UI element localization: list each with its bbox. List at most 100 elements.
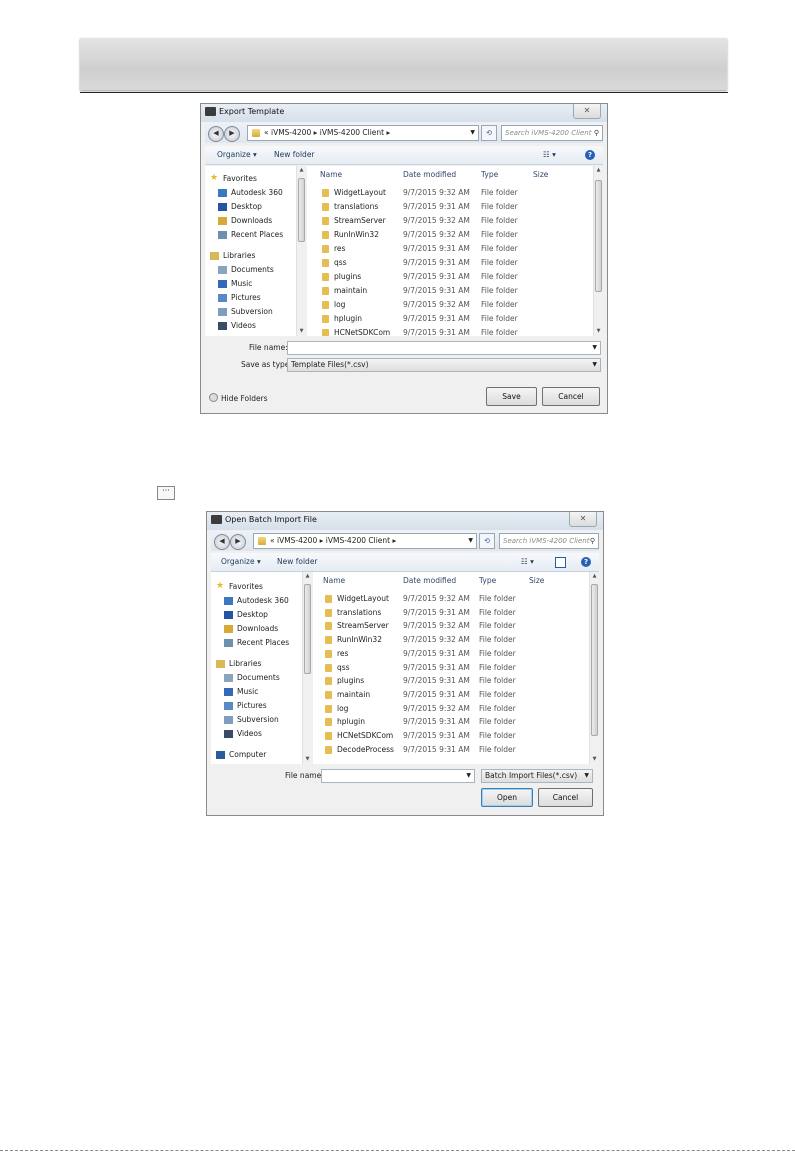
scroll-thumb[interactable] [298, 178, 305, 242]
forward-button[interactable]: ▶ [224, 126, 240, 142]
table-row[interactable]: StreamServer 9/7/2015 9:32 AM File folder [307, 214, 593, 228]
column-header-type[interactable]: Type [479, 576, 496, 585]
refresh-icon[interactable]: ⟲ [481, 125, 497, 141]
address-dropdown-icon[interactable]: ▼ [468, 534, 473, 548]
table-row[interactable]: hplugin 9/7/2015 9:31 AM File folder [307, 312, 593, 326]
save-button[interactable]: Save [486, 387, 537, 406]
table-row[interactable]: plugins 9/7/2015 9:31 AM File folder [313, 674, 589, 688]
table-row[interactable]: qss 9/7/2015 9:31 AM File folder [313, 661, 589, 675]
sidebar-item-downloads[interactable]: Downloads [224, 624, 278, 633]
file-name-field[interactable]: ▼ [321, 769, 475, 783]
address-bar[interactable]: « iVMS-4200 ▸ iVMS-4200 Client ▸ ▼ [253, 533, 477, 549]
cancel-button[interactable]: Cancel [538, 788, 593, 807]
table-row[interactable]: maintain 9/7/2015 9:31 AM File folder [307, 284, 593, 298]
column-header-size[interactable]: Size [533, 170, 548, 179]
breadcrumb-ivms-4200[interactable]: iVMS-4200 [271, 128, 311, 137]
browse-button[interactable]: ··· [157, 486, 175, 500]
table-row[interactable]: WidgetLayout 9/7/2015 9:32 AM File folder [307, 186, 593, 200]
table-row[interactable]: StreamServer 9/7/2015 9:32 AM File folder [313, 619, 589, 633]
table-row[interactable]: log 9/7/2015 9:32 AM File folder [313, 702, 589, 716]
table-row[interactable]: translations 9/7/2015 9:31 AM File folder [307, 200, 593, 214]
save-type-select[interactable]: Template Files(*.csv) ▼ [287, 358, 601, 372]
sidebar-item-libraries[interactable]: Libraries [216, 659, 261, 668]
refresh-icon[interactable]: ⟲ [479, 533, 495, 549]
table-row[interactable]: res 9/7/2015 9:31 AM File folder [313, 647, 589, 661]
scroll-thumb[interactable] [304, 584, 311, 674]
table-row[interactable]: translations 9/7/2015 9:31 AM File folder [313, 606, 589, 620]
sidebar-item-documents[interactable]: Documents [218, 265, 274, 274]
scroll-up-icon[interactable]: ▲ [590, 572, 599, 581]
table-row[interactable]: DecodeProcess 9/7/2015 9:31 AM File folder [313, 743, 589, 757]
table-row[interactable]: HCNetSDKCom 9/7/2015 9:31 AM File folder [307, 326, 593, 336]
scroll-up-icon[interactable]: ▲ [297, 166, 306, 175]
search-input[interactable]: Search iVMS-4200 Client ⚲ [501, 125, 603, 141]
organize-menu[interactable]: Organize ▾ [217, 146, 257, 164]
forward-button[interactable]: ▶ [230, 534, 246, 550]
sidebar-item-music[interactable]: Music [218, 279, 252, 288]
column-header-name[interactable]: Name [323, 576, 345, 585]
table-row[interactable]: RunInWin32 9/7/2015 9:32 AM File folder [307, 228, 593, 242]
preview-pane-icon[interactable] [555, 557, 566, 568]
scroll-thumb[interactable] [591, 584, 598, 736]
sidebar-item-desktop[interactable]: Desktop [218, 202, 262, 211]
address-dropdown-icon[interactable]: ▼ [470, 126, 475, 140]
file-list-scrollbar[interactable]: ▲ ▼ [589, 572, 599, 764]
sidebar-item-videos[interactable]: Videos [218, 321, 256, 330]
breadcrumb-ivms-4200[interactable]: iVMS-4200 [277, 536, 317, 545]
table-row[interactable]: hplugin 9/7/2015 9:31 AM File folder [313, 715, 589, 729]
sidebar-item-subversion[interactable]: Subversion [218, 307, 273, 316]
chevron-down-icon[interactable]: ▼ [466, 770, 471, 782]
breadcrumb-overflow[interactable]: « [270, 536, 275, 545]
column-header-date[interactable]: Date modified [403, 576, 456, 585]
table-row[interactable]: plugins 9/7/2015 9:31 AM File folder [307, 270, 593, 284]
sidebar-item-favorites[interactable]: ★ Favorites [216, 581, 263, 591]
scroll-down-icon[interactable]: ▼ [297, 327, 306, 336]
sidebar-item-downloads[interactable]: Downloads [218, 216, 272, 225]
search-input[interactable]: Search iVMS-4200 Client ⚲ [499, 533, 599, 549]
scroll-thumb[interactable] [595, 180, 602, 292]
sidebar-item-subversion[interactable]: Subversion [224, 715, 279, 724]
sidebar-item-pictures[interactable]: Pictures [218, 293, 261, 302]
table-row[interactable]: res 9/7/2015 9:31 AM File folder [307, 242, 593, 256]
breadcrumb-overflow[interactable]: « [264, 128, 269, 137]
column-header-size[interactable]: Size [529, 576, 544, 585]
sidebar-item-favorites[interactable]: ★ Favorites [210, 173, 257, 183]
scroll-up-icon[interactable]: ▲ [303, 572, 312, 581]
sidebar-item-videos[interactable]: Videos [224, 729, 262, 738]
scroll-up-icon[interactable]: ▲ [594, 166, 603, 175]
table-row[interactable]: maintain 9/7/2015 9:31 AM File folder [313, 688, 589, 702]
table-row[interactable]: log 9/7/2015 9:32 AM File folder [307, 298, 593, 312]
view-options-icon[interactable]: ☷ ▾ [521, 553, 534, 571]
chevron-down-icon[interactable]: ▼ [592, 342, 597, 354]
table-row[interactable]: HCNetSDKCom 9/7/2015 9:31 AM File folder [313, 729, 589, 743]
scroll-down-icon[interactable]: ▼ [590, 755, 599, 764]
table-row[interactable]: qss 9/7/2015 9:31 AM File folder [307, 256, 593, 270]
cancel-button[interactable]: Cancel [542, 387, 600, 406]
scroll-down-icon[interactable]: ▼ [303, 755, 312, 764]
column-header-type[interactable]: Type [481, 170, 498, 179]
new-folder-button[interactable]: New folder [277, 553, 318, 571]
sidebar-item-autodesk-360[interactable]: Autodesk 360 [218, 188, 283, 197]
sidebar-item-recent-places[interactable]: Recent Places [218, 230, 283, 239]
new-folder-button[interactable]: New folder [274, 146, 315, 164]
table-row[interactable]: WidgetLayout 9/7/2015 9:32 AM File folder [313, 592, 589, 606]
hide-folders-toggle[interactable]: Hide Folders [209, 393, 268, 403]
breadcrumb-ivms-4200-client[interactable]: iVMS-4200 Client [326, 536, 390, 545]
back-button[interactable]: ◀ [208, 126, 224, 142]
sidebar-item-recent-places[interactable]: Recent Places [224, 638, 289, 647]
help-icon[interactable]: ? [581, 557, 591, 567]
sidebar-item-computer[interactable]: Computer [216, 750, 266, 759]
help-icon[interactable]: ? [585, 150, 595, 160]
sidebar-item-desktop[interactable]: Desktop [224, 610, 268, 619]
scroll-down-icon[interactable]: ▼ [594, 327, 603, 336]
organize-menu[interactable]: Organize ▾ [221, 553, 261, 571]
view-options-icon[interactable]: ☷ ▾ [543, 146, 556, 164]
table-row[interactable]: RunInWin32 9/7/2015 9:32 AM File folder [313, 633, 589, 647]
sidebar-item-pictures[interactable]: Pictures [224, 701, 267, 710]
file-list-scrollbar[interactable]: ▲ ▼ [593, 166, 603, 336]
sidebar-item-autodesk-360[interactable]: Autodesk 360 [224, 596, 289, 605]
column-header-date[interactable]: Date modified [403, 170, 456, 179]
close-button[interactable]: ✕ [569, 512, 597, 527]
chevron-down-icon[interactable]: ▼ [584, 770, 589, 782]
chevron-down-icon[interactable]: ▼ [592, 359, 597, 371]
